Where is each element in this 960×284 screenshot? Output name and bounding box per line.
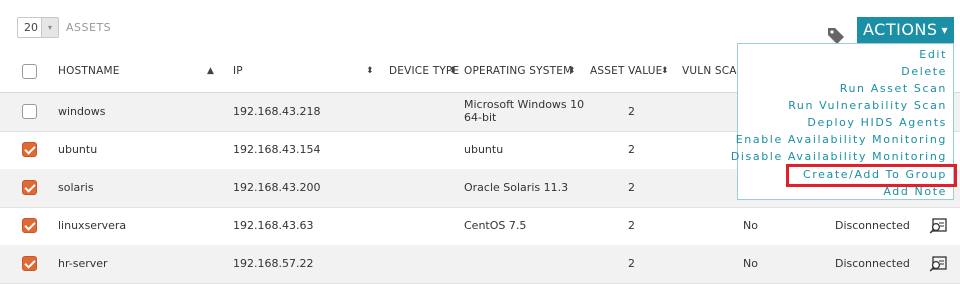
sort-asc-icon[interactable]: ▲ [207,66,214,76]
sort-icon[interactable]: ⬍ [568,66,576,76]
menu-item-disable-availability-monitoring[interactable]: Disable Availability Monitoring [731,150,947,163]
assets-label: ASSETS [66,21,112,34]
highlight-box [786,164,957,187]
hostname-cell[interactable]: windows [58,105,105,118]
sort-icon[interactable]: ⬍ [449,66,457,76]
ip-cell: 192.168.43.154 [233,143,321,156]
status-cell: Disconnected [835,219,910,232]
per-page-select[interactable]: 20 ▾ [17,17,59,38]
tag-icon[interactable] [826,25,846,45]
vuln-scan-cell: No [743,257,758,270]
column-ip[interactable]: IP [233,65,243,77]
hostname-cell[interactable]: hr-server [58,257,108,270]
row-checkbox[interactable] [22,180,37,195]
actions-button[interactable]: ACTIONS ▾ [857,17,954,43]
asset-value-cell: 2 [628,219,635,232]
status-cell: Disconnected [835,257,910,270]
table-row[interactable]: linuxservera 192.168.43.63 CentOS 7.5 2 … [0,207,960,246]
menu-item-run-asset-scan[interactable]: Run Asset Scan [840,82,947,95]
hostname-cell[interactable]: linuxservera [58,219,126,232]
os-cell-line2: 64-bit [464,111,497,124]
row-checkbox[interactable] [22,142,37,157]
table-row[interactable]: hr-server 192.168.57.22 2 No Disconnecte… [0,245,960,284]
row-checkbox[interactable] [22,256,37,271]
vuln-scan-cell: No [743,219,758,232]
row-checkbox[interactable] [22,104,37,119]
hostname-cell[interactable]: solaris [58,181,94,194]
os-cell: Microsoft Windows 10 [464,98,585,111]
column-hostname[interactable]: HOSTNAME [58,65,120,77]
hostname-cell[interactable]: ubuntu [58,143,97,156]
chevron-down-icon[interactable]: ▾ [41,18,58,37]
sort-icon[interactable]: ⬍ [661,66,669,76]
magnifier-detail-icon[interactable] [929,218,947,234]
ip-cell: 192.168.57.22 [233,257,314,270]
menu-item-enable-availability-monitoring[interactable]: Enable Availability Monitoring [736,133,947,146]
select-all-checkbox[interactable] [22,64,37,79]
menu-item-edit[interactable]: Edit [919,48,947,61]
column-vuln-scan[interactable]: VULN SCAN [682,65,745,77]
asset-value-cell: 2 [628,143,635,156]
ip-cell: 192.168.43.63 [233,219,314,232]
menu-item-run-vulnerability-scan[interactable]: Run Vulnerability Scan [788,99,947,112]
os-cell: Oracle Solaris 11.3 [464,181,569,194]
ip-cell: 192.168.43.200 [233,181,321,194]
menu-item-deploy-hids-agents[interactable]: Deploy HIDS Agents [807,116,947,129]
chevron-down-icon: ▾ [941,23,948,37]
os-cell: ubuntu [464,143,504,156]
actions-label: ACTIONS [863,20,938,39]
column-asset-value[interactable]: ASSET VALUE [590,65,662,77]
per-page-value: 20 [24,21,38,34]
row-checkbox[interactable] [22,218,37,233]
os-cell: CentOS 7.5 [464,219,527,232]
menu-item-delete[interactable]: Delete [901,65,947,78]
column-operating-system[interactable]: OPERATING SYSTEM [464,65,572,77]
asset-value-cell: 2 [628,257,635,270]
asset-value-cell: 2 [628,181,635,194]
sort-icon[interactable]: ⬍ [366,66,374,76]
asset-value-cell: 2 [628,105,635,118]
magnifier-detail-icon[interactable] [929,256,947,272]
ip-cell: 192.168.43.218 [233,105,321,118]
